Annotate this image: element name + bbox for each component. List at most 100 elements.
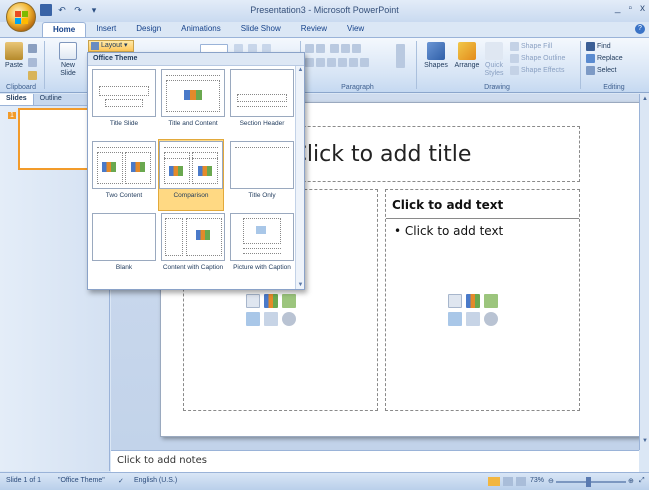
- clip-art-icon[interactable]: [466, 312, 480, 326]
- layout-thumbnail: [230, 213, 294, 261]
- quick-styles-button[interactable]: Quick Styles: [482, 42, 506, 78]
- tab-slides[interactable]: Slides: [0, 94, 34, 105]
- format-painter-icon[interactable]: [28, 71, 37, 80]
- shapes-icon: [427, 42, 445, 60]
- editing-group-label: Editing: [603, 84, 625, 91]
- clip-art-icon[interactable]: [264, 312, 278, 326]
- shape-fill-icon: [510, 42, 519, 51]
- placeholder-outline: [243, 253, 281, 254]
- zoom-out-icon[interactable]: ⊖: [548, 477, 554, 485]
- shape-fill-button[interactable]: Shape Fill: [510, 42, 552, 51]
- shape-effects-button[interactable]: Shape Effects: [510, 66, 564, 75]
- window-title: Presentation3 - Microsoft PowerPoint: [250, 5, 399, 15]
- tab-insert[interactable]: Insert: [86, 22, 126, 38]
- scroll-down-icon[interactable]: ▼: [296, 282, 305, 288]
- chart-icon[interactable]: [466, 294, 480, 308]
- shape-outline-button[interactable]: Shape Outline: [510, 54, 565, 63]
- theme-name: "Office Theme": [58, 477, 105, 484]
- restore-button[interactable]: ▫: [628, 3, 632, 14]
- placeholder-outline: [235, 147, 289, 148]
- layout-two-content[interactable]: Two Content: [91, 141, 157, 200]
- normal-view-icon[interactable]: [488, 477, 500, 486]
- drawing-group-label: Drawing: [484, 84, 510, 91]
- office-button[interactable]: [6, 2, 36, 32]
- language[interactable]: English (U.S.): [134, 477, 177, 484]
- right-bullet-text[interactable]: • Click to add text: [394, 224, 503, 238]
- layout-title-slide[interactable]: Title Slide: [91, 69, 157, 128]
- tab-slide-show[interactable]: Slide Show: [231, 22, 291, 38]
- zoom-in-icon[interactable]: ⊕: [628, 477, 634, 485]
- layout-comparison[interactable]: Comparison: [158, 139, 224, 211]
- layout-button[interactable]: Layout ▾: [88, 40, 134, 52]
- find-button[interactable]: Find: [586, 42, 611, 51]
- placeholder-outline: [243, 248, 281, 249]
- tab-view[interactable]: View: [337, 22, 374, 38]
- bullets-icon[interactable]: [305, 44, 325, 53]
- align-icon[interactable]: [305, 58, 369, 67]
- content-icon: [169, 166, 183, 176]
- right-text-header[interactable]: Click to add text: [386, 190, 579, 219]
- media-clip-icon[interactable]: [282, 312, 296, 326]
- chart-icon[interactable]: [264, 294, 278, 308]
- slide-sorter-icon[interactable]: [503, 477, 513, 486]
- zoom-slider[interactable]: [556, 481, 626, 483]
- layout-title-only[interactable]: Title Only: [229, 141, 295, 200]
- right-content-placeholder[interactable]: Click to add text • Click to add text: [385, 189, 580, 411]
- fit-window-icon[interactable]: ⤢: [639, 477, 645, 485]
- content-icon: [196, 230, 210, 240]
- table-icon[interactable]: [448, 294, 462, 308]
- tab-animations[interactable]: Animations: [171, 22, 231, 38]
- zoom-level[interactable]: 73%: [530, 477, 544, 484]
- tab-home[interactable]: Home: [42, 22, 87, 38]
- vertical-scrollbar[interactable]: ▲ ▼: [639, 94, 649, 450]
- content-insert-icons: [246, 294, 298, 334]
- cut-icon[interactable]: [28, 44, 37, 53]
- layout-section-header[interactable]: Section Header: [229, 69, 295, 128]
- shapes-button[interactable]: Shapes: [422, 42, 450, 70]
- placeholder-outline: [165, 218, 183, 256]
- gallery-scrollbar[interactable]: ▲ ▼: [295, 66, 304, 289]
- picture-icon[interactable]: [448, 312, 462, 326]
- paragraph-group-label: Paragraph: [341, 84, 374, 91]
- tab-outline[interactable]: Outline: [34, 94, 68, 105]
- scroll-down-icon[interactable]: ▼: [641, 438, 649, 448]
- spellcheck-icon[interactable]: ✓: [118, 477, 124, 485]
- scroll-up-icon[interactable]: ▲: [296, 67, 305, 73]
- indent-icon[interactable]: [330, 44, 361, 53]
- layout-title-and-content[interactable]: Title and Content: [160, 69, 226, 128]
- tab-review[interactable]: Review: [291, 22, 337, 38]
- layout-thumbnail: [92, 141, 156, 189]
- slide-count: Slide 1 of 1: [6, 477, 42, 484]
- content-icon: [102, 162, 116, 172]
- media-clip-icon[interactable]: [484, 312, 498, 326]
- new-slide-button[interactable]: New Slide: [56, 42, 80, 78]
- tab-design[interactable]: Design: [126, 22, 171, 38]
- replace-button[interactable]: Replace: [586, 54, 623, 63]
- layout-picture-with-caption[interactable]: Picture with Caption: [229, 213, 295, 272]
- layout-content-with-caption[interactable]: Content with Caption: [160, 213, 226, 272]
- title-bar: ↶ ↷ ▾ Presentation3 - Microsoft PowerPoi…: [0, 0, 649, 32]
- ribbon-tabs: Home Insert Design Animations Slide Show…: [42, 22, 374, 38]
- paste-icon: [5, 42, 23, 60]
- slide-show-icon[interactable]: [516, 477, 526, 486]
- close-button[interactable]: x: [640, 3, 645, 14]
- placeholder-outline: [164, 158, 190, 159]
- shape-effects-icon: [510, 66, 519, 75]
- table-icon[interactable]: [246, 294, 260, 308]
- arrange-button[interactable]: Arrange: [452, 42, 482, 70]
- placeholder-outline: [97, 147, 151, 148]
- notes-pane[interactable]: Click to add notes: [111, 450, 639, 472]
- smartart-icon[interactable]: [484, 294, 498, 308]
- scroll-up-icon[interactable]: ▲: [641, 96, 649, 106]
- select-button[interactable]: Select: [586, 66, 616, 75]
- help-icon[interactable]: ?: [635, 24, 645, 34]
- copy-icon[interactable]: [28, 58, 37, 67]
- picture-icon[interactable]: [246, 312, 260, 326]
- zoom-slider-thumb[interactable]: [586, 477, 591, 487]
- layout-blank[interactable]: Blank: [91, 213, 157, 272]
- text-direction-icon[interactable]: [396, 44, 405, 68]
- placeholder-outline: [105, 99, 143, 107]
- minimize-button[interactable]: _: [615, 3, 621, 14]
- paste-button[interactable]: Paste: [2, 42, 26, 70]
- smartart-icon[interactable]: [282, 294, 296, 308]
